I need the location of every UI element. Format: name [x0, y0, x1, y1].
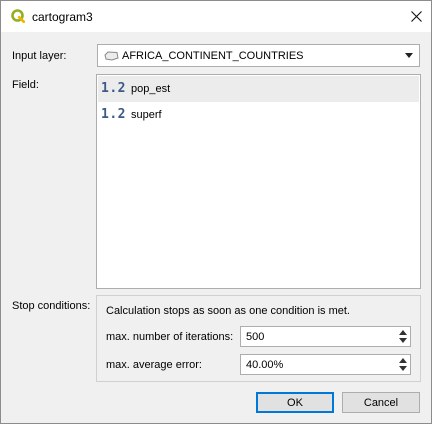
max-iterations-value: 500 — [246, 331, 265, 343]
stop-conditions-group: Calculation stops as soon as one conditi… — [96, 295, 421, 382]
field-label: Field: — [12, 79, 39, 91]
field-list[interactable]: 1.2 pop_est 1.2 superf — [96, 74, 421, 289]
input-layer-value: AFRICA_CONTINENT_COUNTRIES — [122, 50, 304, 62]
spin-up-icon[interactable] — [399, 330, 407, 335]
cancel-button[interactable]: Cancel — [342, 392, 420, 413]
input-layer-label: Input layer: — [12, 50, 67, 62]
list-item[interactable]: 1.2 superf — [98, 102, 419, 128]
numeric-field-icon: 1.2 — [101, 107, 126, 122]
numeric-field-icon: 1.2 — [101, 81, 126, 96]
spin-down-icon[interactable] — [399, 366, 407, 371]
ok-button[interactable]: OK — [256, 392, 334, 413]
cartogram-dialog: cartogram3 Input layer: AFRICA_CONTINENT… — [0, 0, 432, 424]
title-bar: cartogram3 — [1, 1, 431, 32]
spin-buttons[interactable] — [396, 327, 410, 346]
spin-up-icon[interactable] — [399, 358, 407, 363]
field-name: pop_est — [131, 83, 171, 95]
stop-conditions-label: Stop conditions: — [12, 300, 91, 312]
max-iterations-spinbox[interactable]: 500 — [240, 326, 411, 347]
field-name: superf — [131, 109, 162, 121]
max-error-spinbox[interactable]: 40.00% — [240, 354, 411, 375]
max-error-label: max. average error: — [106, 359, 202, 371]
close-icon — [410, 11, 422, 22]
dropdown-arrow-icon — [405, 53, 413, 58]
input-layer-combo[interactable]: AFRICA_CONTINENT_COUNTRIES — [97, 44, 420, 67]
max-iterations-label: max. number of iterations: — [106, 331, 234, 343]
spin-down-icon[interactable] — [399, 338, 407, 343]
close-button[interactable] — [401, 1, 431, 32]
stop-conditions-note: Calculation stops as soon as one conditi… — [106, 305, 350, 317]
qgis-logo-icon — [11, 9, 25, 23]
polygon-layer-icon — [104, 51, 119, 61]
window-title: cartogram3 — [32, 10, 93, 24]
max-error-value: 40.00% — [246, 359, 284, 371]
list-item[interactable]: 1.2 pop_est — [98, 76, 419, 102]
spin-buttons[interactable] — [396, 355, 410, 374]
